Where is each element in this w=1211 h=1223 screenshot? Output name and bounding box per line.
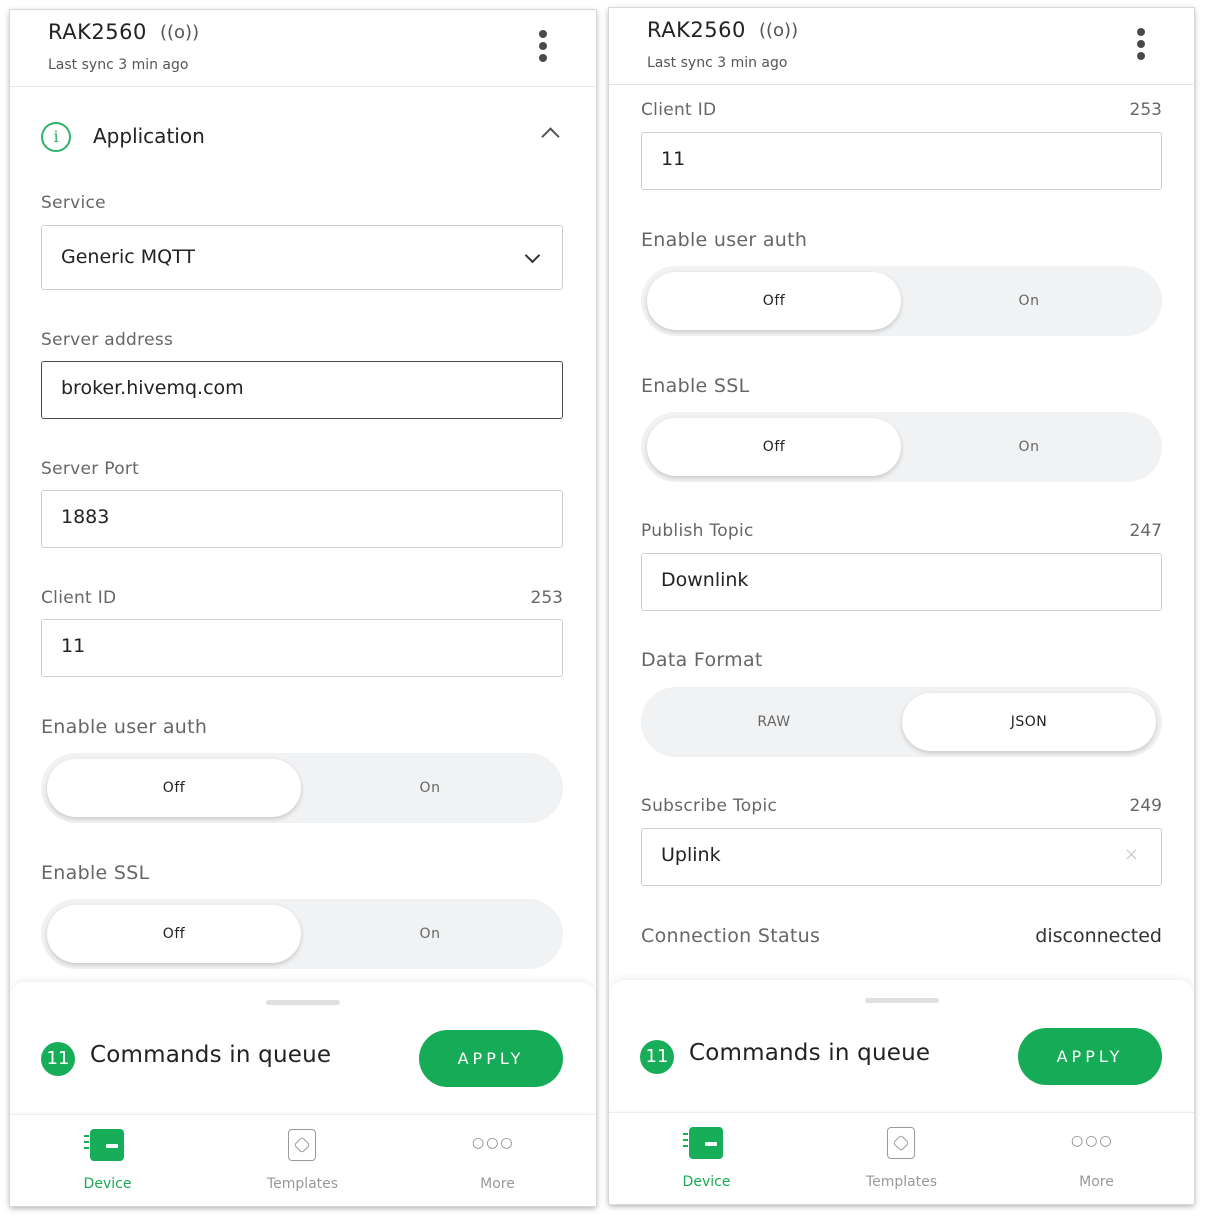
data-format-toggle: RAW JSON <box>641 687 1162 757</box>
subscribe-topic-count: 249 <box>1129 796 1162 816</box>
connection-status-value: disconnected <box>1035 925 1162 947</box>
app-header: RAK2560 ((o)) Last sync 3 min ago <box>609 8 1194 85</box>
client-id-label: Client ID <box>41 588 117 608</box>
ssl-on[interactable]: On <box>902 418 1156 476</box>
client-id-value: 11 <box>61 635 86 657</box>
user-auth-label: Enable user auth <box>41 716 208 738</box>
apply-button[interactable]: APPLY <box>419 1030 563 1087</box>
publish-topic-count: 247 <box>1129 521 1162 541</box>
publish-topic-label: Publish Topic <box>641 521 754 541</box>
last-sync: Last sync 3 min ago <box>647 55 788 71</box>
kebab-menu-icon[interactable] <box>1136 28 1146 62</box>
service-label: Service <box>41 193 106 213</box>
signal-icon: ((o)) <box>759 20 799 41</box>
clear-icon[interactable]: × <box>1124 845 1139 865</box>
user-auth-toggle: Off On <box>41 753 563 823</box>
command-queue-sheet: 11 Commands in queue APPLY <box>10 982 596 1112</box>
nav-more-label: More <box>1079 1174 1114 1190</box>
nav-device[interactable]: Device <box>10 1115 205 1206</box>
sheet-handle[interactable] <box>864 998 939 1003</box>
user-auth-on[interactable]: On <box>902 272 1156 330</box>
signal-icon: ((o)) <box>160 22 200 43</box>
last-sync: Last sync 3 min ago <box>48 57 189 73</box>
kebab-menu-icon[interactable] <box>538 30 548 64</box>
screen-left: RAK2560 ((o)) Last sync 3 min ago i Appl… <box>10 10 596 1206</box>
ssl-label: Enable SSL <box>41 862 150 884</box>
server-port-label: Server Port <box>41 459 140 479</box>
nav-device-label: Device <box>682 1174 731 1190</box>
info-icon: i <box>41 122 71 152</box>
device-icon <box>683 1127 723 1159</box>
more-icon: ○○○ <box>1071 1133 1114 1149</box>
apply-button[interactable]: APPLY <box>1018 1028 1162 1085</box>
nav-more-label: More <box>480 1176 515 1192</box>
command-queue-sheet: 11 Commands in queue APPLY <box>609 980 1194 1110</box>
subscribe-topic-value: Uplink <box>661 844 721 866</box>
connection-status-label: Connection Status <box>641 925 821 947</box>
publish-topic-input[interactable]: Downlink <box>641 553 1162 611</box>
subscribe-topic-label: Subscribe Topic <box>641 796 778 816</box>
ssl-on[interactable]: On <box>303 905 557 963</box>
application-section-header[interactable]: i Application <box>41 122 561 154</box>
device-name: RAK2560 <box>48 20 147 44</box>
bottom-nav: Device Templates ○○○ More <box>10 1114 596 1206</box>
client-id-count: 253 <box>1129 100 1162 120</box>
client-id-input[interactable]: 11 <box>641 132 1162 190</box>
queue-text: Commands in queue <box>689 1040 931 1066</box>
user-auth-off[interactable]: Off <box>47 759 301 817</box>
service-value: Generic MQTT <box>61 246 195 268</box>
nav-more[interactable]: ○○○ More <box>400 1115 595 1206</box>
client-id-label: Client ID <box>641 100 717 120</box>
publish-topic-value: Downlink <box>661 569 749 591</box>
nav-device-label: Device <box>83 1176 132 1192</box>
ssl-off[interactable]: Off <box>47 905 301 963</box>
nav-templates-label: Templates <box>865 1174 938 1190</box>
queue-text: Commands in queue <box>90 1042 332 1068</box>
bottom-nav: Device Templates ○○○ More <box>609 1112 1194 1204</box>
data-format-label: Data Format <box>641 649 763 671</box>
nav-device[interactable]: Device <box>609 1113 804 1204</box>
nav-templates-label: Templates <box>266 1176 339 1192</box>
ssl-toggle: Off On <box>41 899 563 969</box>
subscribe-topic-input[interactable]: Uplink × <box>641 828 1162 886</box>
server-address-label: Server address <box>41 330 174 350</box>
queue-count-badge: 11 <box>41 1042 75 1076</box>
screen-right: RAK2560 ((o)) Last sync 3 min ago Client… <box>609 8 1194 1204</box>
server-port-value: 1883 <box>61 506 110 528</box>
device-name: RAK2560 <box>647 18 746 42</box>
server-address-input[interactable]: broker.hivemq.com <box>41 361 563 419</box>
chevron-up-icon[interactable] <box>541 127 560 146</box>
service-select[interactable]: Generic MQTT <box>41 225 563 290</box>
data-format-json[interactable]: JSON <box>902 693 1156 751</box>
section-title: Application <box>93 124 205 148</box>
device-icon <box>84 1129 124 1161</box>
client-id-input[interactable]: 11 <box>41 619 563 677</box>
templates-icon <box>288 1129 316 1161</box>
user-auth-on[interactable]: On <box>303 759 557 817</box>
user-auth-toggle: Off On <box>641 266 1162 336</box>
server-address-value: broker.hivemq.com <box>61 377 244 399</box>
templates-icon <box>887 1127 915 1159</box>
user-auth-off[interactable]: Off <box>647 272 901 330</box>
user-auth-label: Enable user auth <box>641 229 808 251</box>
server-port-input[interactable]: 1883 <box>41 490 563 548</box>
nav-templates[interactable]: Templates <box>205 1115 400 1206</box>
data-format-raw[interactable]: RAW <box>647 693 901 751</box>
app-header: RAK2560 ((o)) Last sync 3 min ago <box>10 10 596 87</box>
ssl-off[interactable]: Off <box>647 418 901 476</box>
ssl-label: Enable SSL <box>641 375 750 397</box>
client-id-count: 253 <box>530 588 563 608</box>
more-icon: ○○○ <box>472 1135 515 1151</box>
nav-templates[interactable]: Templates <box>804 1113 999 1204</box>
nav-more[interactable]: ○○○ More <box>999 1113 1194 1204</box>
queue-count-badge: 11 <box>640 1040 674 1074</box>
chevron-down-icon <box>524 247 541 264</box>
sheet-handle[interactable] <box>266 1000 340 1005</box>
client-id-value: 11 <box>661 148 686 170</box>
ssl-toggle: Off On <box>641 412 1162 482</box>
